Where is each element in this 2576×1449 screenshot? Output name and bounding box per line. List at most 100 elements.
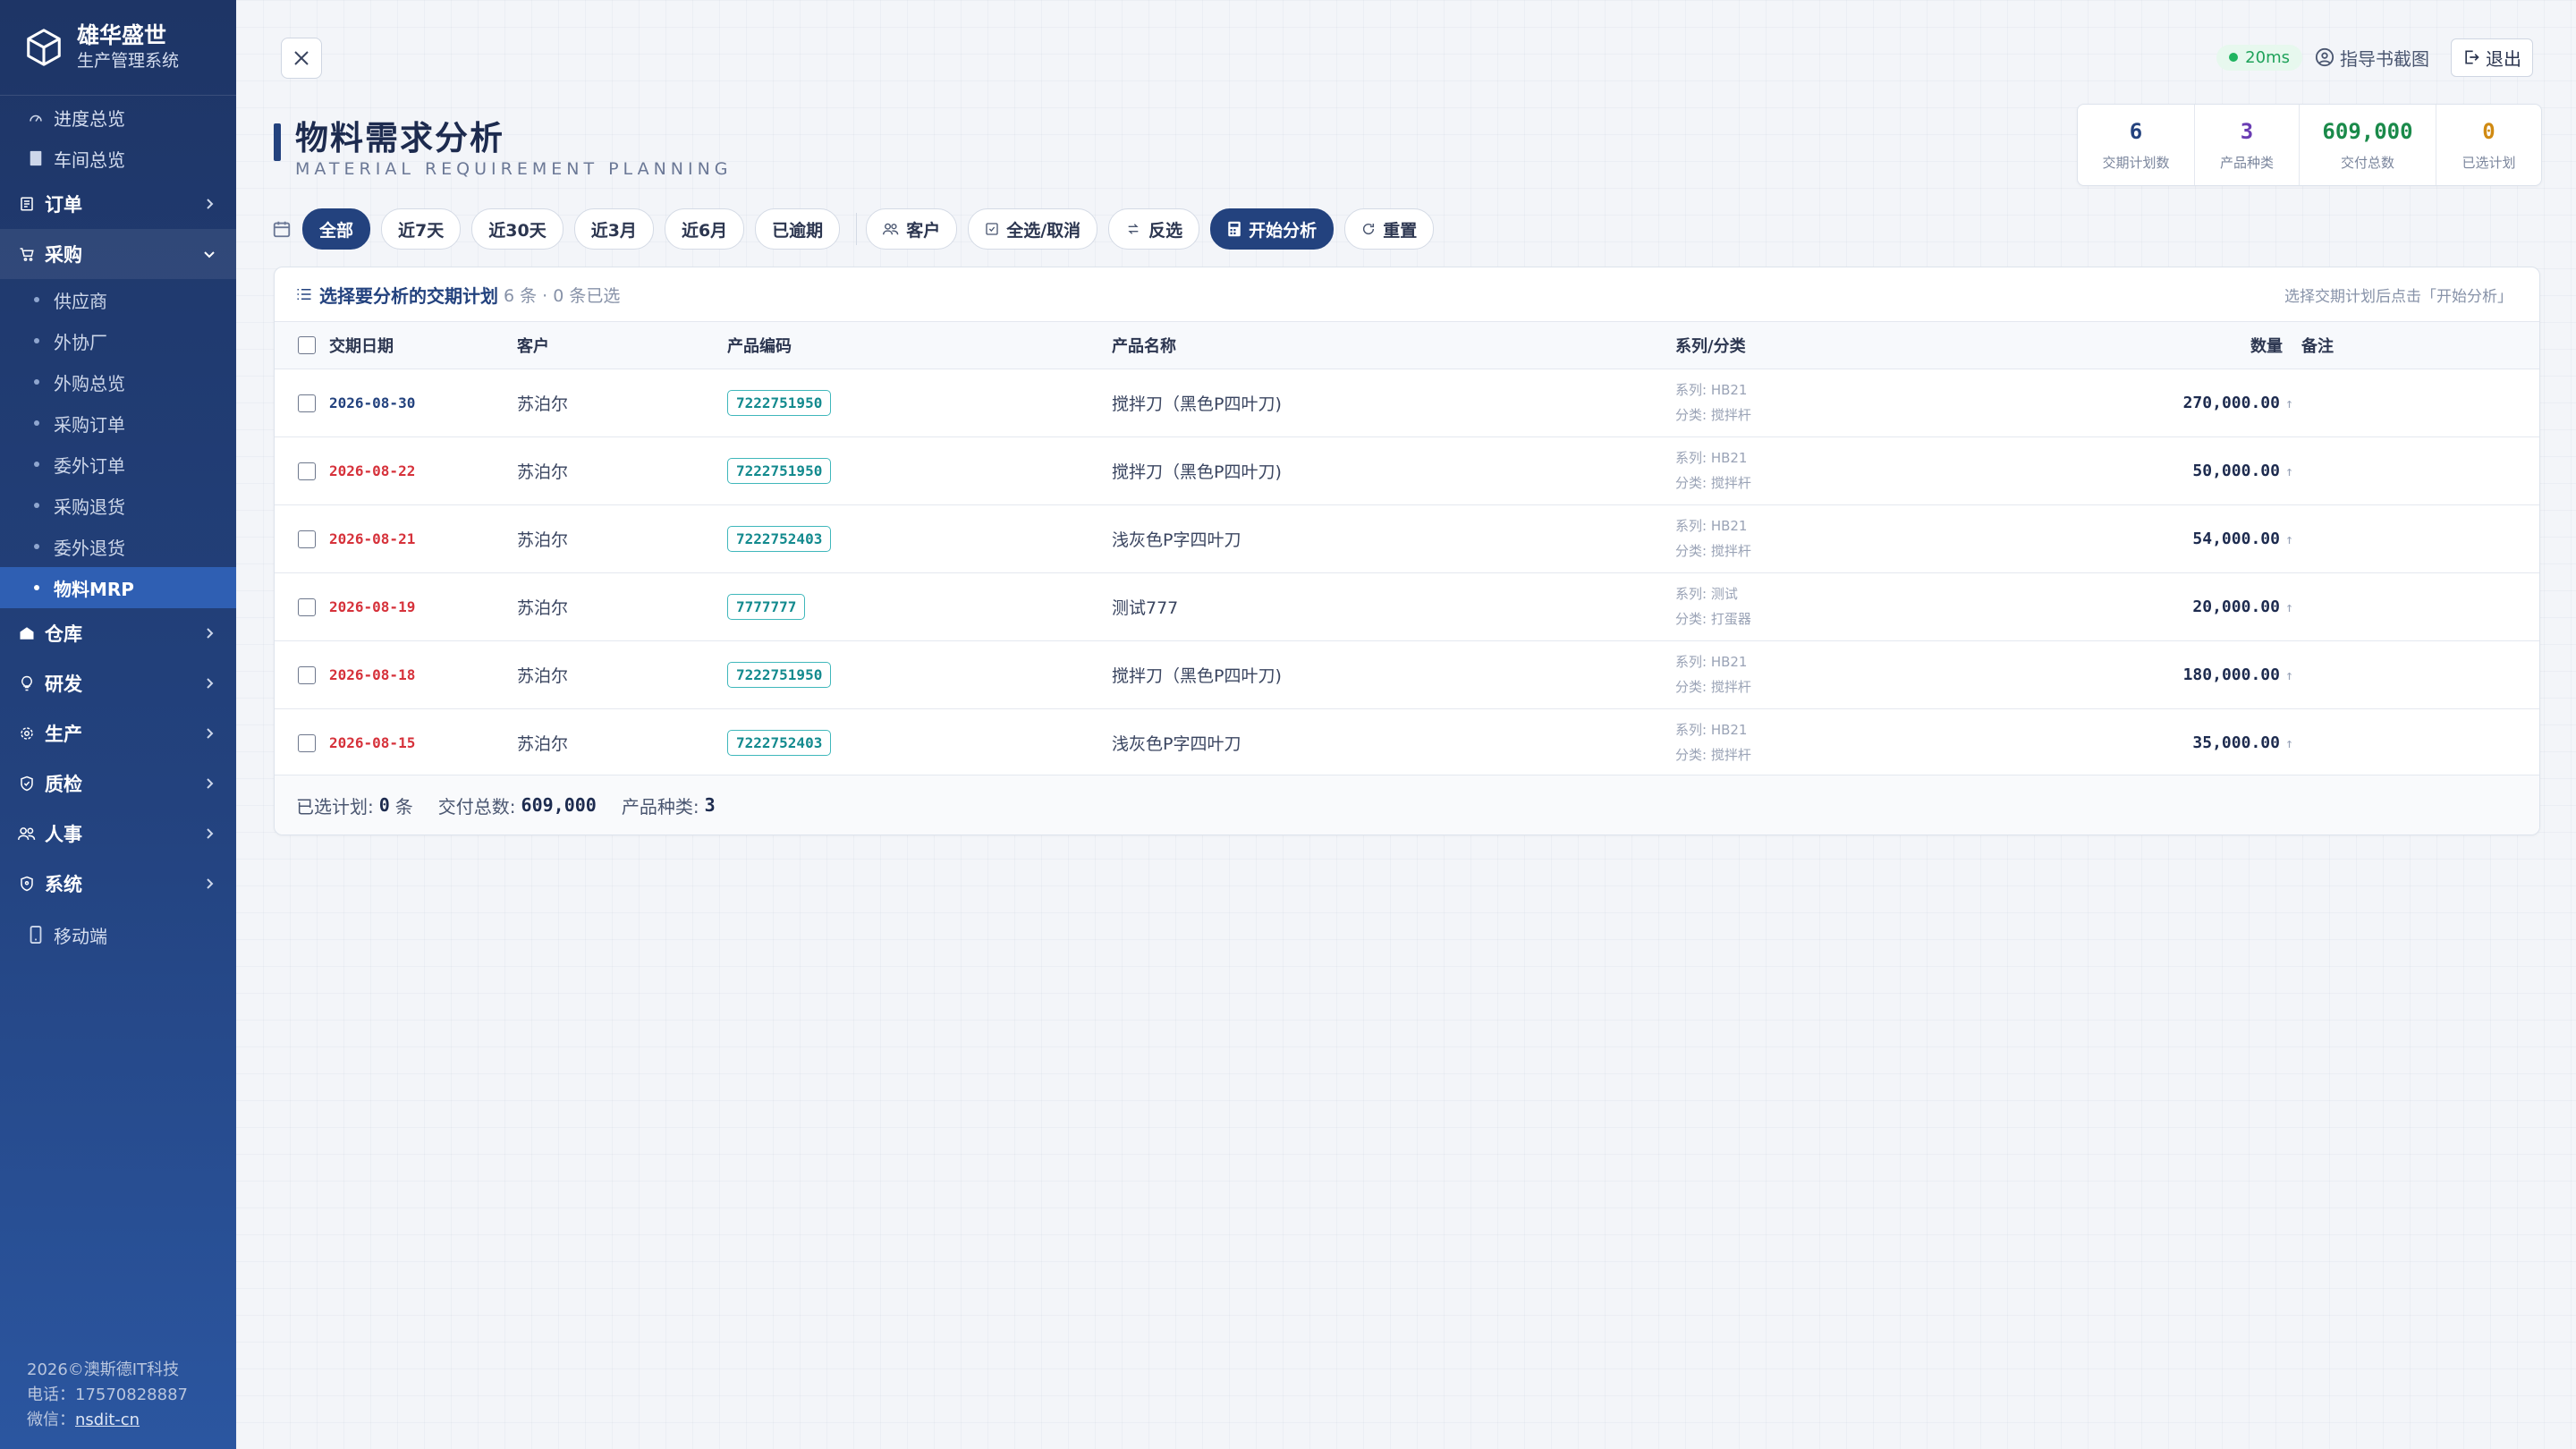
filter-overdue[interactable]: 已逾期 <box>755 208 841 250</box>
row-checkbox[interactable] <box>298 394 316 412</box>
bullet-icon <box>34 297 39 302</box>
close-icon <box>294 51 309 65</box>
summary-unit: 条 <box>394 795 413 818</box>
product-code-tag: 7222751950 <box>727 457 832 484</box>
sidebar-subitem-outsource-return[interactable]: 委外退货 <box>0 526 236 567</box>
sidebar-subitem-label: 采购退货 <box>54 496 125 518</box>
logout-button[interactable]: 退出 <box>2451 38 2533 77</box>
sidebar-item-hr[interactable]: 人事 <box>0 809 236 859</box>
sidebar-item-warehouse[interactable]: 仓库 <box>0 608 236 658</box>
column-header: 交期日期 <box>328 322 516 369</box>
row-checkbox[interactable] <box>298 597 316 616</box>
table-row[interactable]: 2026-08-22 苏泊尔 7222751950 搅拌刀（黑色P四叶刀) 系列… <box>275 436 2539 505</box>
select-all-checkbox[interactable] <box>298 336 316 355</box>
users-icon <box>18 825 36 843</box>
close-button[interactable] <box>281 38 322 79</box>
start-analysis-button[interactable]: 开始分析 <box>1210 208 1335 250</box>
filter-30-days[interactable]: 近30天 <box>471 208 564 250</box>
brand-subtitle: 生产管理系统 <box>77 51 180 71</box>
sidebar-item-label: 车间总览 <box>54 148 125 171</box>
table-row[interactable]: 2026-08-21 苏泊尔 7222752403 浅灰色P字四叶刀 系列: H… <box>275 504 2539 573</box>
sidebar-subitem-purchase-order[interactable]: 采购订单 <box>0 402 236 444</box>
brand[interactable]: 雄华盛世 生产管理系统 <box>0 0 236 96</box>
row-checkbox[interactable] <box>298 530 316 548</box>
swap-icon <box>1128 224 1139 234</box>
calendar-icon <box>273 221 291 238</box>
sidebar-item-label: 采购 <box>45 244 82 266</box>
bullet-icon <box>34 379 39 385</box>
guide-screenshot-link[interactable]: 指导书截图 <box>2315 45 2429 71</box>
card-hint: 选择交期计划后点击「开始分析」 <box>2284 287 2512 306</box>
arrow-up-icon: ↑ <box>2284 598 2293 615</box>
customer-filter-button[interactable]: 客户 <box>866 208 958 250</box>
sidebar-item-purchase[interactable]: 采购 <box>0 229 236 279</box>
sidebar-item-label: 仓库 <box>45 623 82 645</box>
stat-label: 已选计划 <box>2462 154 2516 171</box>
sidebar-subitem-label: 采购订单 <box>54 413 125 436</box>
stat-label: 交付总数 <box>2340 154 2394 171</box>
latency-value: 20ms <box>2245 47 2290 67</box>
sidebar-subitem-purchase-return[interactable]: 采购退货 <box>0 485 236 526</box>
filter-6-months[interactable]: 近6月 <box>664 208 745 250</box>
dashboard-icon <box>27 108 45 126</box>
plan-table: 交期日期 客户 产品编码 产品名称 系列/分类 数量 备注 2026-08-30… <box>275 322 2539 777</box>
invert-selection-button[interactable]: 反选 <box>1108 208 1200 250</box>
sidebar-item-system[interactable]: 系统 <box>0 859 236 909</box>
sidebar-item-label: 系统 <box>45 874 82 895</box>
stat-label: 交期计划数 <box>2102 154 2170 171</box>
bullet-icon <box>34 585 39 590</box>
sidebar-subitem-external-overview[interactable]: 外购总览 <box>0 361 236 402</box>
series-text: 系列: HB21 <box>1675 722 1748 738</box>
title-accent-bar <box>274 123 281 161</box>
filter-all[interactable]: 全部 <box>302 208 371 250</box>
phone: 电话：17570828887 <box>27 1385 188 1404</box>
sidebar-item-orders[interactable]: 订单 <box>0 179 236 229</box>
delivery-date: 2026-08-18 <box>329 666 416 683</box>
sidebar-item-workshop[interactable]: 车间总览 <box>0 138 236 179</box>
cube-logo-icon <box>27 29 61 66</box>
select-all-button[interactable]: 全选/取消 <box>968 208 1098 250</box>
row-checkbox[interactable] <box>298 665 316 684</box>
row-checkbox[interactable] <box>298 462 316 480</box>
summary-label: 交付总数: <box>437 795 516 818</box>
delivery-date: 2026-08-30 <box>329 394 416 411</box>
sidebar-subitem-outsource-factory[interactable]: 外协厂 <box>0 320 236 361</box>
chevron-right-icon <box>207 199 214 209</box>
product-name-cell: 搅拌刀（黑色P四叶刀) <box>1111 436 1674 505</box>
reset-button[interactable]: 重置 <box>1344 208 1435 250</box>
customer-cell: 苏泊尔 <box>516 640 726 709</box>
sidebar-subitem-supplier[interactable]: 供应商 <box>0 279 236 320</box>
filter-3-months[interactable]: 近3月 <box>573 208 654 250</box>
sidebar-item-progress[interactable]: 进度总览 <box>0 97 236 138</box>
sidebar-item-label: 研发 <box>45 674 82 695</box>
column-header: 数量 <box>2175 322 2301 369</box>
sidebar-subitem-outsource-order[interactable]: 委外订单 <box>0 444 236 485</box>
stat-value: 0 <box>2482 118 2496 144</box>
sidebar-item-production[interactable]: 生产 <box>0 708 236 758</box>
button-label: 重置 <box>1383 220 1418 241</box>
sidebar-item-mobile[interactable]: 移动端 <box>0 909 236 961</box>
chevron-right-icon <box>207 628 214 639</box>
card-count: 6 条 · 0 条已选 <box>504 285 621 306</box>
series-text: 系列: 测试 <box>1675 586 1738 602</box>
status-dot-icon <box>2229 53 2239 62</box>
table-row[interactable]: 2026-08-30 苏泊尔 7222751950 搅拌刀（黑色P四叶刀) 系列… <box>275 369 2539 437</box>
sidebar-subitem-material-mrp[interactable]: 物料MRP <box>0 567 236 608</box>
bullet-icon <box>34 544 39 549</box>
product-code-tag: 7222752403 <box>727 525 832 552</box>
mobile-icon <box>27 926 45 944</box>
filter-7-days[interactable]: 近7天 <box>381 208 462 250</box>
chevron-down-icon <box>204 251 215 258</box>
sidebar: 雄华盛世 生产管理系统 进度总览 车间总览 订单 采购 供应商 外协厂 外购总览… <box>0 0 236 1449</box>
stat-value: 3 <box>2240 118 2254 144</box>
table-row[interactable]: 2026-08-15 苏泊尔 7222752403 浅灰色P字四叶刀 系列: H… <box>275 708 2539 777</box>
stat-selected-plans: 0 已选计划 <box>2436 105 2541 185</box>
row-checkbox[interactable] <box>298 733 316 752</box>
table-row[interactable]: 2026-08-19 苏泊尔 7777777 测试777 系列: 测试 分类: 打… <box>275 572 2539 641</box>
sidebar-item-quality[interactable]: 质检 <box>0 758 236 809</box>
sidebar-item-rnd[interactable]: 研发 <box>0 658 236 708</box>
user-circle-icon <box>2315 47 2334 67</box>
delivery-date: 2026-08-21 <box>329 530 416 547</box>
wechat-link[interactable]: nsdit-cn <box>75 1411 140 1429</box>
table-row[interactable]: 2026-08-18 苏泊尔 7222751950 搅拌刀（黑色P四叶刀) 系列… <box>275 640 2539 709</box>
